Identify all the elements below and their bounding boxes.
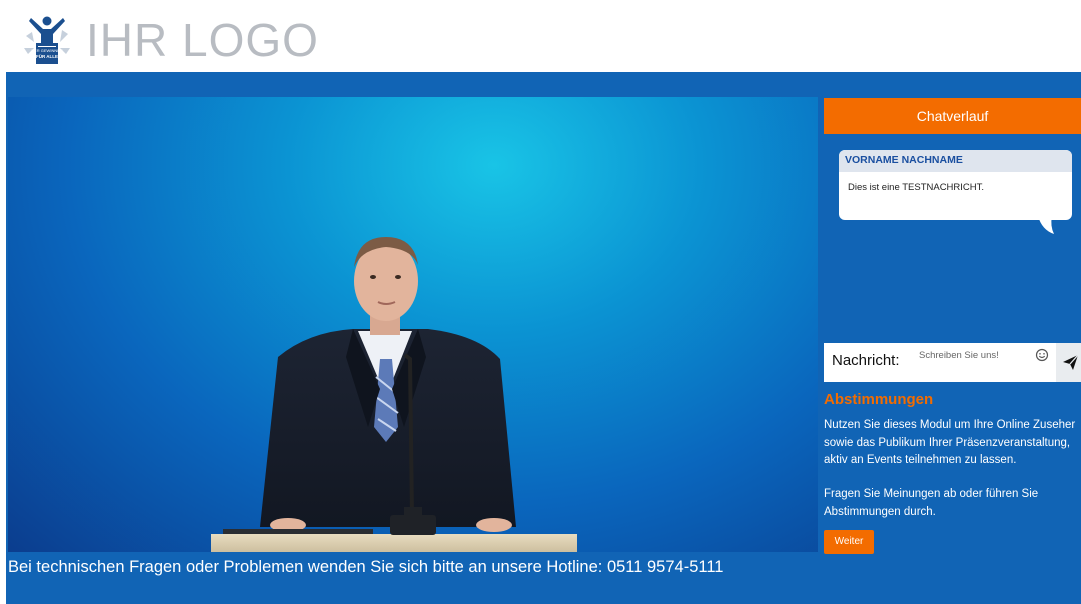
- message-composer: Nachricht:: [824, 343, 1081, 382]
- message-input[interactable]: [912, 344, 1048, 380]
- hotline-text: Bei technischen Fragen oder Problemen we…: [8, 558, 724, 576]
- paper-plane-icon: [1063, 354, 1079, 370]
- podium: [211, 534, 577, 552]
- next-button[interactable]: Weiter: [824, 530, 874, 554]
- chat-message: VORNAME NACHNAME Dies ist eine TESTNACHR…: [839, 150, 1072, 220]
- smiley-icon[interactable]: [1035, 348, 1049, 362]
- video-player[interactable]: [8, 97, 818, 552]
- chat-message-text: Dies ist eine TESTNACHRICHT.: [848, 182, 985, 193]
- poll-description-line: sowie das Publikum Ihrer Präsenzveransta…: [824, 436, 1071, 449]
- chat-history-header: Chatverlauf: [824, 98, 1081, 134]
- speaker-video-frame: [211, 237, 577, 552]
- chat-message-header: VORNAME NACHNAME: [839, 150, 1072, 172]
- logo-badge-line1: DER GEWINNER: [31, 48, 63, 53]
- page: DER GEWINNER FÜR ALLE IHR LOGO Bei techn…: [0, 0, 1081, 604]
- chat-message-sender: VORNAME NACHNAME: [845, 154, 963, 166]
- logo-badge-line2: FÜR ALLE: [36, 53, 58, 59]
- message-label: Nachricht:: [832, 352, 900, 369]
- poll-description-line: aktiv an Events teilnehmen zu lassen.: [824, 454, 1017, 466]
- logo-mark: DER GEWINNER FÜR ALLE: [22, 14, 72, 66]
- poll-description-2: Fragen Sie Meinungen ab oder führen Sie …: [824, 488, 1039, 518]
- logo-text: IHR LOGO: [86, 14, 319, 66]
- poll-description-line: Nutzen Sie dieses Modul um Ihre Online Z…: [824, 419, 1076, 431]
- chat-bubble-tail: [1038, 216, 1054, 234]
- header: DER GEWINNER FÜR ALLE IHR LOGO: [6, 4, 1081, 72]
- send-button[interactable]: [1056, 343, 1081, 382]
- poll-title: Abstimmungen: [824, 391, 934, 408]
- poll-description: Nutzen Sie dieses Modul um Ihre Online Z…: [824, 417, 1081, 470]
